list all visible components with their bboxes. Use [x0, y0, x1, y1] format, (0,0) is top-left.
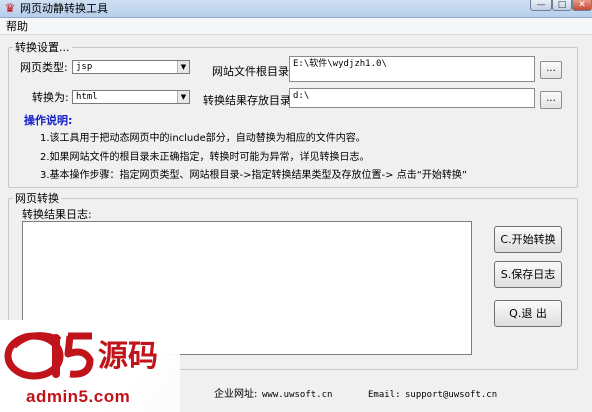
email-address: support@uwsoft.cn [405, 390, 498, 400]
window-title: 网页动静转换工具 [20, 2, 108, 15]
svg-text:源码: 源码 [98, 339, 158, 374]
chevron-down-icon[interactable]: ▼ [177, 61, 189, 73]
site-label: 企业网址: [214, 389, 258, 400]
root-dir-label: 网站文件根目录: [212, 65, 293, 78]
page-type-label: 网页类型: [20, 61, 68, 74]
menu-bar: 帮助 [0, 18, 592, 35]
help-line-3: 3.基本操作步骤：指定网页类型、网站根目录->指定转换结果类型及存放位置-> 点… [40, 170, 468, 181]
output-dir-label: 转换结果存放目录: [203, 94, 295, 107]
settings-legend: 转换设置... [13, 41, 72, 54]
root-dir-browse-button[interactable]: ... [540, 61, 562, 79]
exit-button[interactable]: Q.退 出 [494, 300, 562, 327]
convert-to-value: html [76, 92, 98, 102]
output-dir-browse-button[interactable]: ... [540, 91, 562, 109]
log-label: 转换结果日志: [22, 208, 92, 221]
start-convert-button[interactable]: C.开始转换 [494, 226, 562, 253]
title-bar: ♛ 网页动静转换工具 — □ ✕ [0, 0, 592, 18]
convert-to-select[interactable]: html ▼ [72, 90, 190, 104]
watermark: 源码 admin5.com [0, 320, 180, 412]
a5-logo-icon: 源码 [4, 332, 158, 380]
root-dir-input[interactable]: E:\软件\wydjzh1.0\ [289, 56, 535, 82]
convert-to-label: 转换为: [32, 91, 69, 104]
a5-logo-mark [4, 332, 94, 380]
close-button[interactable]: ✕ [572, 0, 592, 11]
output-dir-input[interactable]: d:\ [289, 88, 535, 108]
convert-legend: 网页转换 [13, 192, 61, 205]
maximize-button[interactable]: □ [552, 0, 572, 11]
page-type-value: jsp [76, 62, 93, 72]
save-log-button[interactable]: S.保存日志 [494, 261, 562, 288]
app-logo-icon: ♛ [4, 1, 16, 15]
help-line-2: 2.如果网站文件的根目录未正确指定，转换时可能为异常，详见转换日志。 [40, 152, 370, 163]
email-label: Email: [368, 390, 401, 400]
chevron-down-icon[interactable]: ▼ [177, 91, 189, 103]
site-url: www.uwsoft.cn [262, 390, 333, 400]
watermark-url: admin5.com [26, 387, 131, 406]
minimize-button[interactable]: — [530, 0, 552, 11]
page-type-select[interactable]: jsp ▼ [72, 60, 190, 74]
help-line-1: 1.该工具用于把动态网页中的include部分，自动替换为相应的文件内容。 [40, 133, 366, 144]
help-heading: 操作说明: [24, 114, 73, 127]
menu-item-help[interactable]: 帮助 [6, 20, 28, 33]
